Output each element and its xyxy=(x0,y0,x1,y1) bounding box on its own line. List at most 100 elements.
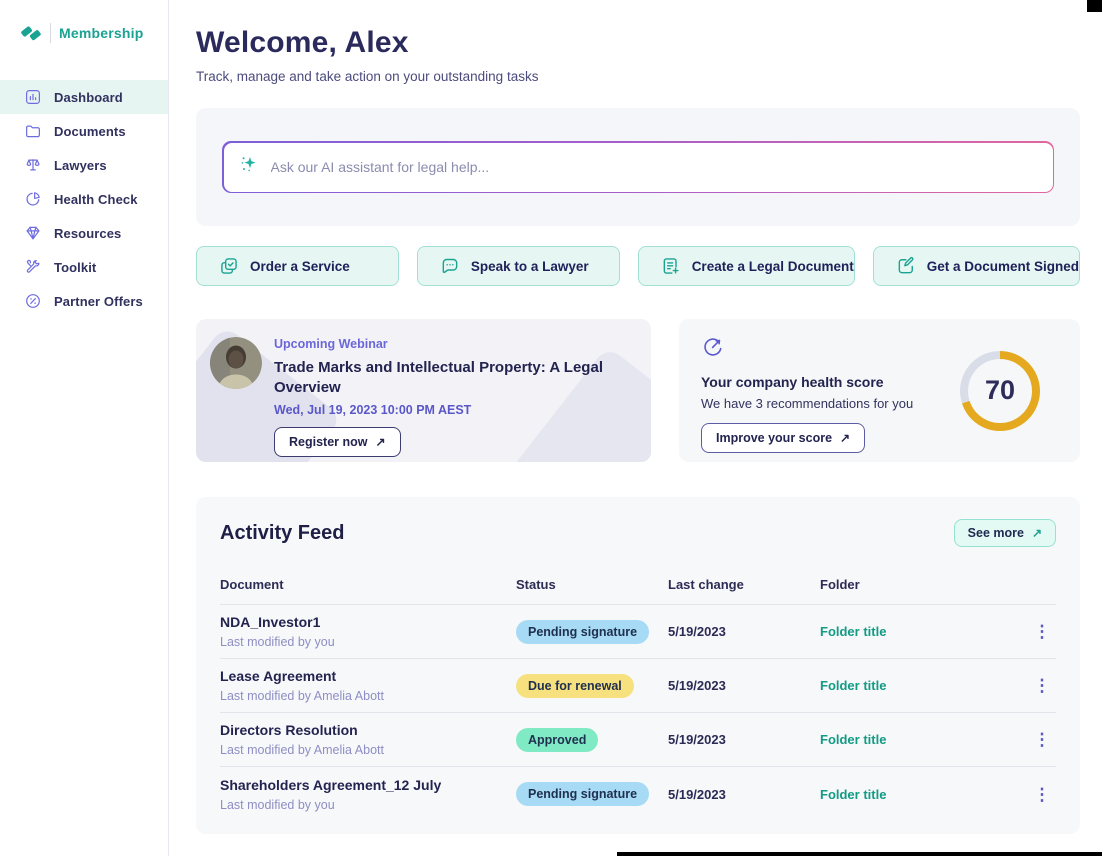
action-label: Create a Legal Document xyxy=(692,259,854,274)
order-service-icon xyxy=(219,256,239,276)
get-a-document-signed-button[interactable]: Get a Document Signed xyxy=(873,246,1080,286)
brand: Membership xyxy=(0,22,168,44)
kebab-menu-icon[interactable]: ⋮ xyxy=(1028,623,1056,640)
webinar-eyebrow: Upcoming Webinar xyxy=(274,337,631,351)
activity-feed-title: Activity Feed xyxy=(220,522,344,545)
sidebar-item-label: Partner Offers xyxy=(54,294,143,309)
quick-actions: Order a Service Speak to a Lawyer Create… xyxy=(196,246,1080,286)
page-subtitle: Track, manage and take action on your ou… xyxy=(196,69,1080,84)
sparkle-icon xyxy=(239,154,260,180)
document-modified: Last modified by you xyxy=(220,798,516,812)
activity-feed-table: Document Status Last change Folder NDA_I… xyxy=(220,569,1056,821)
sidebar-item-label: Documents xyxy=(54,124,126,139)
health-score-ring: 70 xyxy=(960,351,1040,431)
action-label: Get a Document Signed xyxy=(927,259,1079,274)
page-title: Welcome, Alex xyxy=(196,26,1080,60)
status-badge: Due for renewal xyxy=(516,674,634,698)
see-more-button[interactable]: See more ↗ xyxy=(954,519,1056,547)
webinar-card: Upcoming Webinar Trade Marks and Intelle… xyxy=(196,319,651,462)
create-a-legal-document-button[interactable]: Create a Legal Document xyxy=(638,246,855,286)
register-now-label: Register now xyxy=(289,435,368,449)
health-score-card: Your company health score We have 3 reco… xyxy=(679,319,1080,462)
arrow-up-right-icon: ↗ xyxy=(840,431,850,445)
kebab-menu-icon[interactable]: ⋮ xyxy=(1028,731,1056,748)
document-modified: Last modified by Amelia Abott xyxy=(220,689,516,703)
order-a-service-button[interactable]: Order a Service xyxy=(196,246,399,286)
sidebar-item-label: Resources xyxy=(54,226,121,241)
column-header-document: Document xyxy=(220,577,516,592)
info-cards-row: Upcoming Webinar Trade Marks and Intelle… xyxy=(196,319,1080,462)
arrow-up-right-icon: ↗ xyxy=(1032,526,1042,540)
activity-feed-header: Activity Feed See more ↗ xyxy=(220,519,1056,547)
folder-link[interactable]: Folder title xyxy=(820,624,1028,639)
table-row: Shareholders Agreement_12 July Last modi… xyxy=(220,767,1056,821)
brand-divider xyxy=(50,23,51,43)
sidebar-item-documents[interactable]: Documents xyxy=(0,114,168,148)
document-title: Shareholders Agreement_12 July xyxy=(220,777,516,793)
document-title: Lease Agreement xyxy=(220,668,516,684)
last-change-cell: 5/19/2023 xyxy=(668,787,820,802)
webinar-datetime: Wed, Jul 19, 2023 10:00 PM AEST xyxy=(274,403,631,417)
table-header-row: Document Status Last change Folder xyxy=(220,569,1056,605)
health-score-value: 70 xyxy=(960,351,1040,431)
improve-your-score-button[interactable]: Improve your score ↗ xyxy=(701,423,865,453)
action-label: Speak to a Lawyer xyxy=(471,259,589,274)
folder-icon xyxy=(24,122,42,140)
document-plus-icon xyxy=(661,256,681,276)
speak-to-a-lawyer-button[interactable]: Speak to a Lawyer xyxy=(417,246,620,286)
sidebar-item-toolkit[interactable]: Toolkit xyxy=(0,250,168,284)
register-now-button[interactable]: Register now ↗ xyxy=(274,427,401,457)
ai-assistant-card xyxy=(196,108,1080,226)
kebab-menu-icon[interactable]: ⋮ xyxy=(1028,677,1056,694)
table-row: Directors Resolution Last modified by Am… xyxy=(220,713,1056,767)
document-cell: Shareholders Agreement_12 July Last modi… xyxy=(220,777,516,812)
sidebar-item-label: Health Check xyxy=(54,192,138,207)
folder-link[interactable]: Folder title xyxy=(820,732,1028,747)
health-score-subtitle: We have 3 recommendations for you xyxy=(701,396,913,411)
document-title: Directors Resolution xyxy=(220,722,516,738)
document-title: NDA_Investor1 xyxy=(220,614,516,630)
sidebar-item-health-check[interactable]: Health Check xyxy=(0,182,168,216)
percent-circle-icon xyxy=(24,292,42,310)
status-badge: Approved xyxy=(516,728,598,752)
table-row: Lease Agreement Last modified by Amelia … xyxy=(220,659,1056,713)
sidebar-item-label: Dashboard xyxy=(54,90,123,105)
main-content: Welcome, Alex Track, manage and take act… xyxy=(169,0,1102,856)
brand-name: Membership xyxy=(59,25,143,41)
chat-icon xyxy=(440,256,460,276)
ai-input-container xyxy=(224,143,1053,192)
webinar-title: Trade Marks and Intellectual Property: A… xyxy=(274,358,604,399)
action-label: Order a Service xyxy=(250,259,350,274)
column-header-folder: Folder xyxy=(820,577,1028,592)
screenshot-artifact xyxy=(617,852,1102,856)
app-window: Membership Dashboard Documents Lawyers H… xyxy=(0,0,1102,856)
bar-chart-icon xyxy=(24,88,42,106)
folder-link[interactable]: Folder title xyxy=(820,787,1028,802)
sidebar-item-partner-offers[interactable]: Partner Offers xyxy=(0,284,168,318)
document-cell: NDA_Investor1 Last modified by you xyxy=(220,614,516,649)
document-cell: Directors Resolution Last modified by Am… xyxy=(220,722,516,757)
health-score-title: Your company health score xyxy=(701,374,913,390)
ai-assistant-input[interactable] xyxy=(271,159,1038,175)
table-row: NDA_Investor1 Last modified by you Pendi… xyxy=(220,605,1056,659)
ai-input-gradient-border xyxy=(222,141,1054,193)
arrow-up-right-icon: ↗ xyxy=(376,435,386,449)
webinar-presenter-avatar xyxy=(210,337,262,389)
gauge-icon xyxy=(701,346,725,363)
webinar-body: Upcoming Webinar Trade Marks and Intelle… xyxy=(274,337,631,457)
screenshot-artifact xyxy=(1087,0,1102,12)
gem-icon xyxy=(24,224,42,242)
health-score-body: Your company health score We have 3 reco… xyxy=(701,335,913,446)
sidebar-item-label: Lawyers xyxy=(54,158,107,173)
status-badge: Pending signature xyxy=(516,782,649,806)
column-header-last-change: Last change xyxy=(668,577,820,592)
sidebar-item-dashboard[interactable]: Dashboard xyxy=(0,80,168,114)
sidebar-item-resources[interactable]: Resources xyxy=(0,216,168,250)
membership-logo-icon xyxy=(20,22,42,44)
sidebar-item-lawyers[interactable]: Lawyers xyxy=(0,148,168,182)
last-change-cell: 5/19/2023 xyxy=(668,732,820,747)
status-badge: Pending signature xyxy=(516,620,649,644)
folder-link[interactable]: Folder title xyxy=(820,678,1028,693)
scales-icon xyxy=(24,156,42,174)
kebab-menu-icon[interactable]: ⋮ xyxy=(1028,786,1056,803)
